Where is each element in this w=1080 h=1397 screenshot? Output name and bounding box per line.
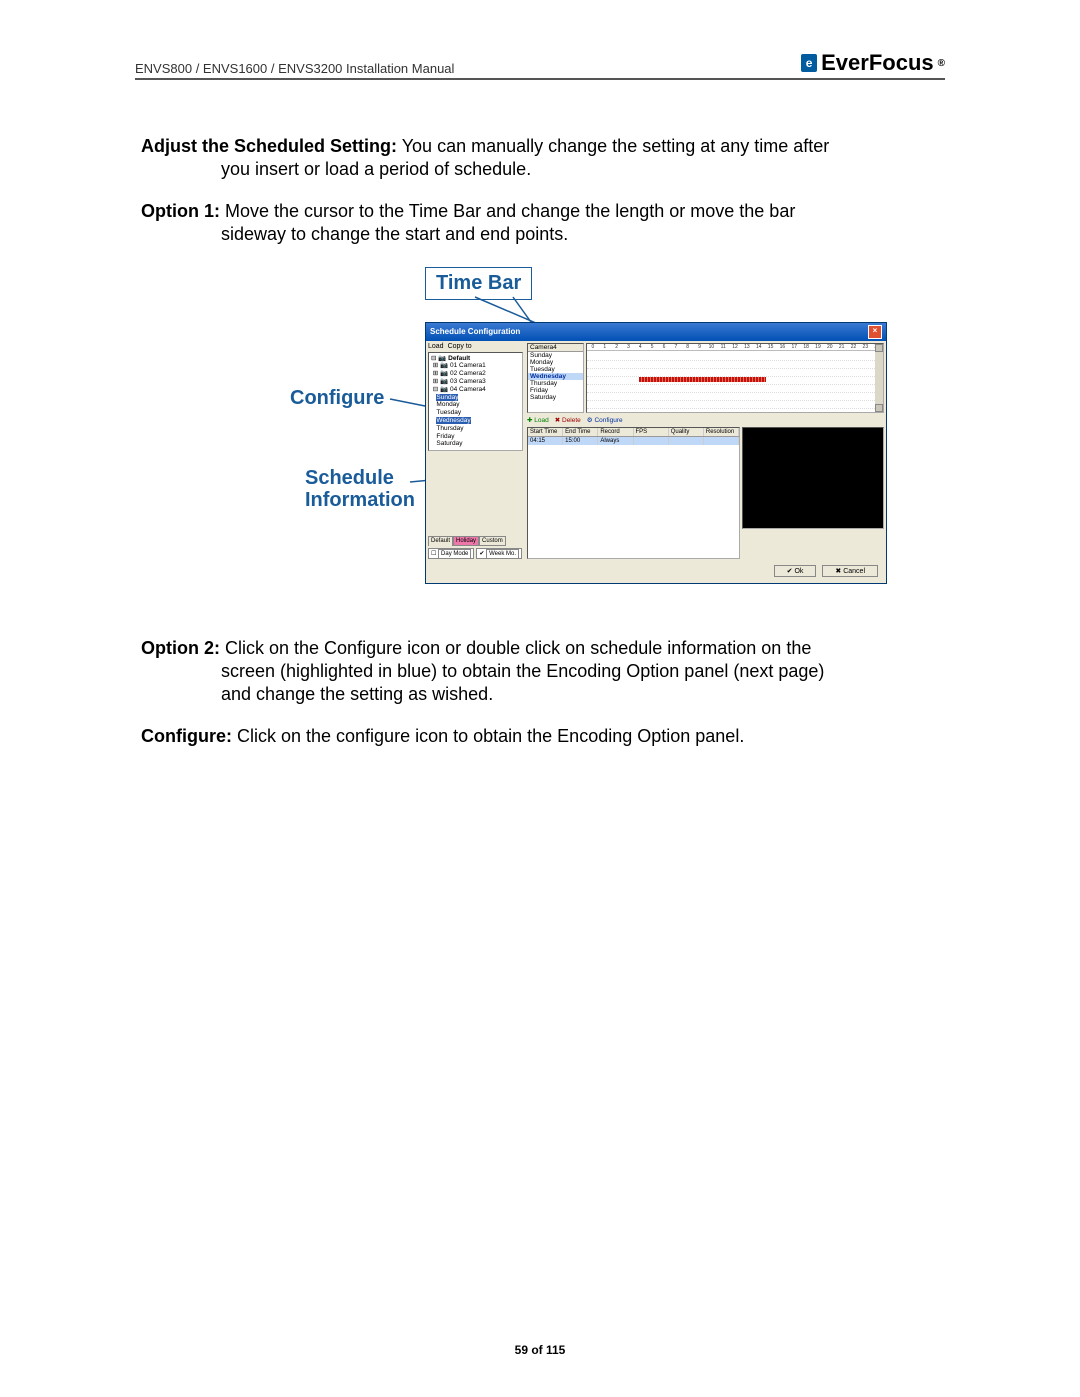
tab-holiday[interactable]: Holiday — [453, 536, 479, 546]
mid-delete-button[interactable]: ✖ Delete — [555, 416, 581, 424]
copyto-button[interactable]: Copy to — [448, 343, 472, 350]
mode-buttons[interactable]: ☐ Day Mode ✔ Week Mo. — [428, 548, 523, 559]
brand-icon: e — [801, 54, 817, 72]
mid-load-button[interactable]: ✚ Load — [527, 416, 549, 424]
configure-icon[interactable]: ⚙ Configure — [587, 416, 623, 424]
brand-logo: e EverFocus® — [801, 50, 945, 76]
callout-schedule-info: ScheduleInformation — [305, 467, 415, 511]
window-title: Schedule Configuration — [430, 327, 520, 336]
left-toolbar: Load Copy to — [428, 343, 523, 350]
tab-default[interactable]: Default — [428, 536, 453, 546]
time-bar[interactable] — [639, 377, 766, 382]
scroll-up-icon[interactable] — [875, 344, 883, 352]
schedule-config-window: Schedule Configuration × Load Copy to ⊟ … — [425, 322, 887, 584]
schedule-table[interactable]: Start Time End Time Record FPS Quality R… — [527, 427, 740, 559]
left-tabs[interactable]: Default Holiday Custom — [428, 536, 523, 546]
time-grid[interactable]: 0123456789101112131415161718192021222324 — [586, 343, 884, 413]
body-text: Adjust the Scheduled Setting: You can ma… — [141, 135, 945, 247]
cancel-button[interactable]: ✖ Cancel — [822, 565, 878, 577]
callout-configure: Configure — [290, 387, 384, 410]
p4-lead: Configure: — [141, 726, 232, 746]
load-button[interactable]: Load — [428, 343, 444, 350]
page-footer: 59 of 115 — [0, 1343, 1080, 1357]
ok-button[interactable]: ✔ Ok — [774, 565, 817, 577]
scroll-down-icon[interactable] — [875, 404, 883, 412]
p2-lead: Option 1: — [141, 201, 220, 221]
body-text-2: Option 2: Click on the Configure icon or… — [141, 637, 945, 749]
p1-lead: Adjust the Scheduled Setting: — [141, 136, 397, 156]
p3-lead: Option 2: — [141, 638, 220, 658]
figure: Time Bar Configure ScheduleInformation S… — [135, 267, 945, 597]
window-titlebar: Schedule Configuration × — [426, 323, 886, 341]
doc-title: ENVS800 / ENVS1600 / ENVS3200 Installati… — [135, 61, 454, 76]
scrollbar[interactable] — [875, 344, 883, 412]
table-row[interactable]: 04:15 15:00 Always — [528, 437, 739, 445]
tab-custom[interactable]: Custom — [479, 536, 506, 546]
day-mode-button[interactable]: ☐ Day Mode — [428, 548, 474, 559]
mid-toolbar: ✚ Load ✖ Delete ⚙ Configure — [527, 415, 884, 425]
page-header: ENVS800 / ENVS1600 / ENVS3200 Installati… — [135, 50, 945, 80]
preview-pane — [742, 427, 884, 529]
close-icon[interactable]: × — [868, 325, 882, 339]
week-mode-button[interactable]: ✔ Week Mo. — [476, 548, 522, 559]
device-tree[interactable]: ⊟ 📷 Default ⊞ 📷 01 Camera1 ⊞ 📷 02 Camera… — [428, 352, 523, 452]
callout-timebar: Time Bar — [425, 267, 532, 300]
day-list[interactable]: Camera4 Sunday Monday Tuesday Wednesday … — [527, 343, 584, 413]
